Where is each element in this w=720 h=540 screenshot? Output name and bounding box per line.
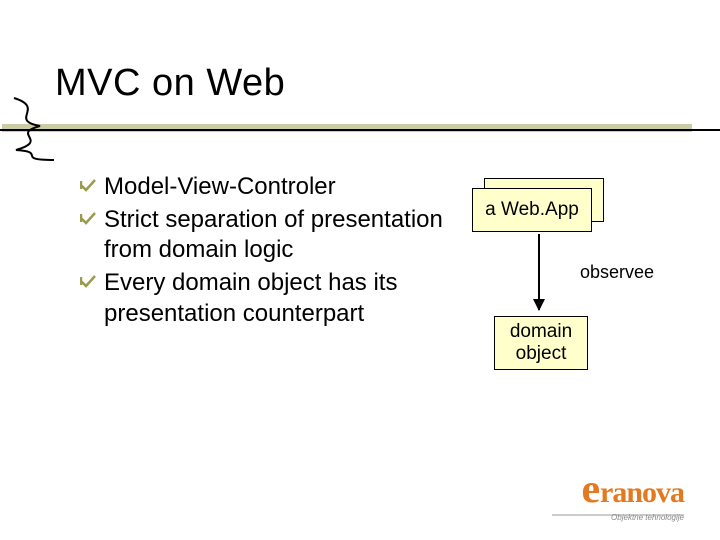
mvc-diagram: a Web.App observee domain object [472,178,694,398]
scribble-icon [6,94,66,164]
list-item-text: Strict separation of presentation from d… [104,206,443,264]
webapp-box: a Web.App [472,188,592,232]
webapp-box-label: a Web.App [485,199,579,221]
edge-label: observee [580,262,654,283]
underline-rule [0,129,720,131]
logo-subtitle: Objektne tehnologije [611,513,684,522]
domain-object-box-label: domain object [501,321,581,365]
list-item: Model-View-Controler [80,172,452,203]
slide: MVC on Web Model-View-Controler Strict s… [0,0,720,540]
list-item: Strict separation of presentation from d… [80,205,452,266]
bullet-list: Model-View-Controler Strict separation o… [80,172,452,332]
list-item-text: Every domain object has its presentation… [104,269,397,327]
bullet-tick-icon [80,274,96,288]
list-item: Every domain object has its presentation… [80,268,452,329]
bullet-tick-icon [80,211,96,225]
slide-title: MVC on Web [55,62,285,105]
eranova-logo: eranova [582,465,684,512]
list-item-text: Model-View-Controler [104,173,336,200]
domain-object-box: domain object [494,316,588,370]
bullet-tick-icon [80,178,96,192]
logo-rest: ranova [600,476,684,510]
title-underline [0,118,720,148]
logo-e: e [582,465,601,512]
observee-arrow [538,234,540,310]
